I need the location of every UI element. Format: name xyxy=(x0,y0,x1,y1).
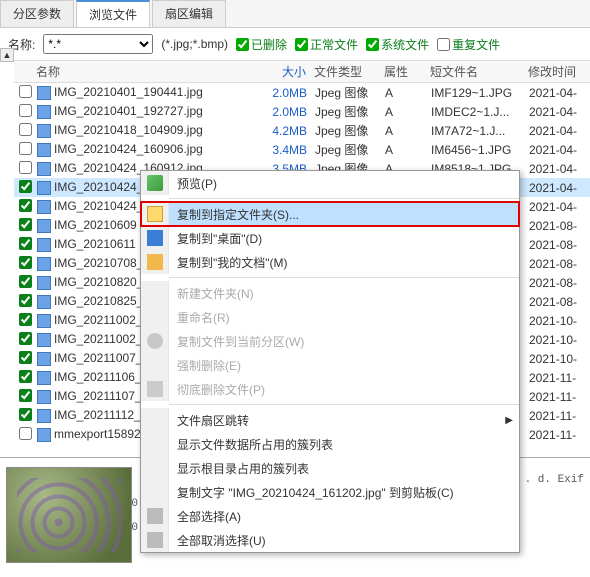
menu-copy-to-documents[interactable]: 复制到"我的文档"(M) xyxy=(141,250,519,274)
row-checkbox[interactable] xyxy=(19,142,32,155)
select-all-icon xyxy=(147,508,163,524)
file-icon xyxy=(37,200,51,214)
file-icon xyxy=(37,428,51,442)
row-checkbox[interactable] xyxy=(19,104,32,117)
menu-copy-to-folder[interactable]: 复制到指定文件夹(S)... xyxy=(141,202,519,226)
menu-rename: 重命名(R) xyxy=(141,305,519,329)
file-icon xyxy=(37,314,51,328)
scroll-up-button[interactable]: ▲ xyxy=(0,48,14,62)
menu-deselect-all[interactable]: 全部取消选择(U) xyxy=(141,528,519,552)
menu-root-cluster-list[interactable]: 显示根目录占用的簇列表 xyxy=(141,456,519,480)
tab-sector-edit[interactable]: 扇区编辑 xyxy=(152,0,226,27)
thumbnail-preview xyxy=(6,467,132,563)
menu-new-folder: 新建文件夹(N) xyxy=(141,281,519,305)
row-checkbox[interactable] xyxy=(19,389,32,402)
submenu-arrow-icon: ▶ xyxy=(505,415,513,426)
file-icon xyxy=(37,143,51,157)
desktop-icon xyxy=(147,230,163,246)
table-row[interactable]: IMG_20210424_160906.jpg3.4MBJpeg 图像AIM64… xyxy=(14,140,590,159)
file-icon xyxy=(37,295,51,309)
checkbox-system[interactable]: 系统文件 xyxy=(366,36,429,53)
menu-preview[interactable]: 预览(P) xyxy=(141,171,519,195)
tab-browse-files[interactable]: 浏览文件 xyxy=(76,0,150,27)
row-checkbox[interactable] xyxy=(19,237,32,250)
file-icon xyxy=(37,162,51,176)
thumbnail-image xyxy=(7,468,131,562)
table-row[interactable]: IMG_20210401_190441.jpg2.0MBJpeg 图像AIMF1… xyxy=(14,83,590,102)
menu-force-delete: 强制删除(E) xyxy=(141,353,519,377)
row-checkbox[interactable] xyxy=(19,161,32,174)
table-header: 名称 大小 文件类型 属性 短文件名 修改时间 xyxy=(14,61,590,83)
file-icon xyxy=(37,86,51,100)
menu-select-all[interactable]: 全部选择(A) xyxy=(141,504,519,528)
file-icon xyxy=(37,409,51,423)
row-checkbox[interactable] xyxy=(19,199,32,212)
menu-copy-to-desktop[interactable]: 复制到"桌面"(D) xyxy=(141,226,519,250)
menu-file-cluster-list[interactable]: 显示文件数据所占用的簇列表 xyxy=(141,432,519,456)
row-checkbox[interactable] xyxy=(19,408,32,421)
context-menu: 预览(P) 复制到指定文件夹(S)... 复制到"桌面"(D) 复制到"我的文档… xyxy=(140,170,520,553)
file-icon xyxy=(37,276,51,290)
preview-icon xyxy=(147,175,163,191)
file-icon xyxy=(37,105,51,119)
menu-copy-to-partition: 复制文件到当前分区(W) xyxy=(141,329,519,353)
col-attr[interactable]: 属性 xyxy=(380,61,426,82)
file-icon xyxy=(37,371,51,385)
file-icon xyxy=(37,257,51,271)
file-icon xyxy=(37,238,51,252)
row-checkbox[interactable] xyxy=(19,123,32,136)
col-size[interactable]: 大小 xyxy=(252,61,310,82)
pattern-hint: (*.jpg;*.bmp) xyxy=(161,37,228,51)
menu-sector-jump[interactable]: 文件扇区跳转▶ xyxy=(141,408,519,432)
col-date[interactable]: 修改时间 xyxy=(524,61,590,82)
row-checkbox[interactable] xyxy=(19,313,32,326)
partition-icon xyxy=(147,333,163,349)
deselect-all-icon xyxy=(147,532,163,548)
row-checkbox[interactable] xyxy=(19,332,32,345)
documents-icon xyxy=(147,254,163,270)
folder-copy-icon xyxy=(147,206,163,222)
col-type[interactable]: 文件类型 xyxy=(310,61,380,82)
file-icon xyxy=(37,390,51,404)
table-row[interactable]: IMG_20210418_104909.jpg4.2MBJpeg 图像AIM7A… xyxy=(14,121,590,140)
row-checkbox[interactable] xyxy=(19,85,32,98)
file-icon xyxy=(37,333,51,347)
table-row[interactable]: IMG_20210401_192727.jpg2.0MBJpeg 图像AIMDE… xyxy=(14,102,590,121)
col-short[interactable]: 短文件名 xyxy=(426,61,524,82)
row-checkbox[interactable] xyxy=(19,351,32,364)
menu-copy-text[interactable]: 复制文字 "IMG_20210424_161202.jpg" 到剪贴板(C) xyxy=(141,480,519,504)
file-icon xyxy=(37,219,51,233)
checkbox-deleted[interactable]: 已删除 xyxy=(236,36,287,53)
row-checkbox[interactable] xyxy=(19,370,32,383)
delete-icon xyxy=(147,381,163,397)
row-checkbox[interactable] xyxy=(19,180,32,193)
row-checkbox[interactable] xyxy=(19,256,32,269)
file-icon xyxy=(37,352,51,366)
col-name[interactable]: 名称 xyxy=(32,61,252,82)
checkbox-normal[interactable]: 正常文件 xyxy=(295,36,358,53)
row-checkbox[interactable] xyxy=(19,275,32,288)
file-icon xyxy=(37,124,51,138)
tab-bar: 分区参数 浏览文件 扇区编辑 xyxy=(0,0,590,28)
menu-permanent-delete: 彻底删除文件(P) xyxy=(141,377,519,401)
file-icon xyxy=(37,181,51,195)
row-checkbox[interactable] xyxy=(19,294,32,307)
row-checkbox[interactable] xyxy=(19,427,32,440)
name-pattern-select[interactable]: *.* xyxy=(43,34,153,54)
row-checkbox[interactable] xyxy=(19,218,32,231)
filter-bar: 名称: *.* (*.jpg;*.bmp) 已删除 正常文件 系统文件 重复文件 xyxy=(0,28,590,61)
tab-partition-params[interactable]: 分区参数 xyxy=(0,0,74,27)
checkbox-duplicate[interactable]: 重复文件 xyxy=(437,36,500,53)
